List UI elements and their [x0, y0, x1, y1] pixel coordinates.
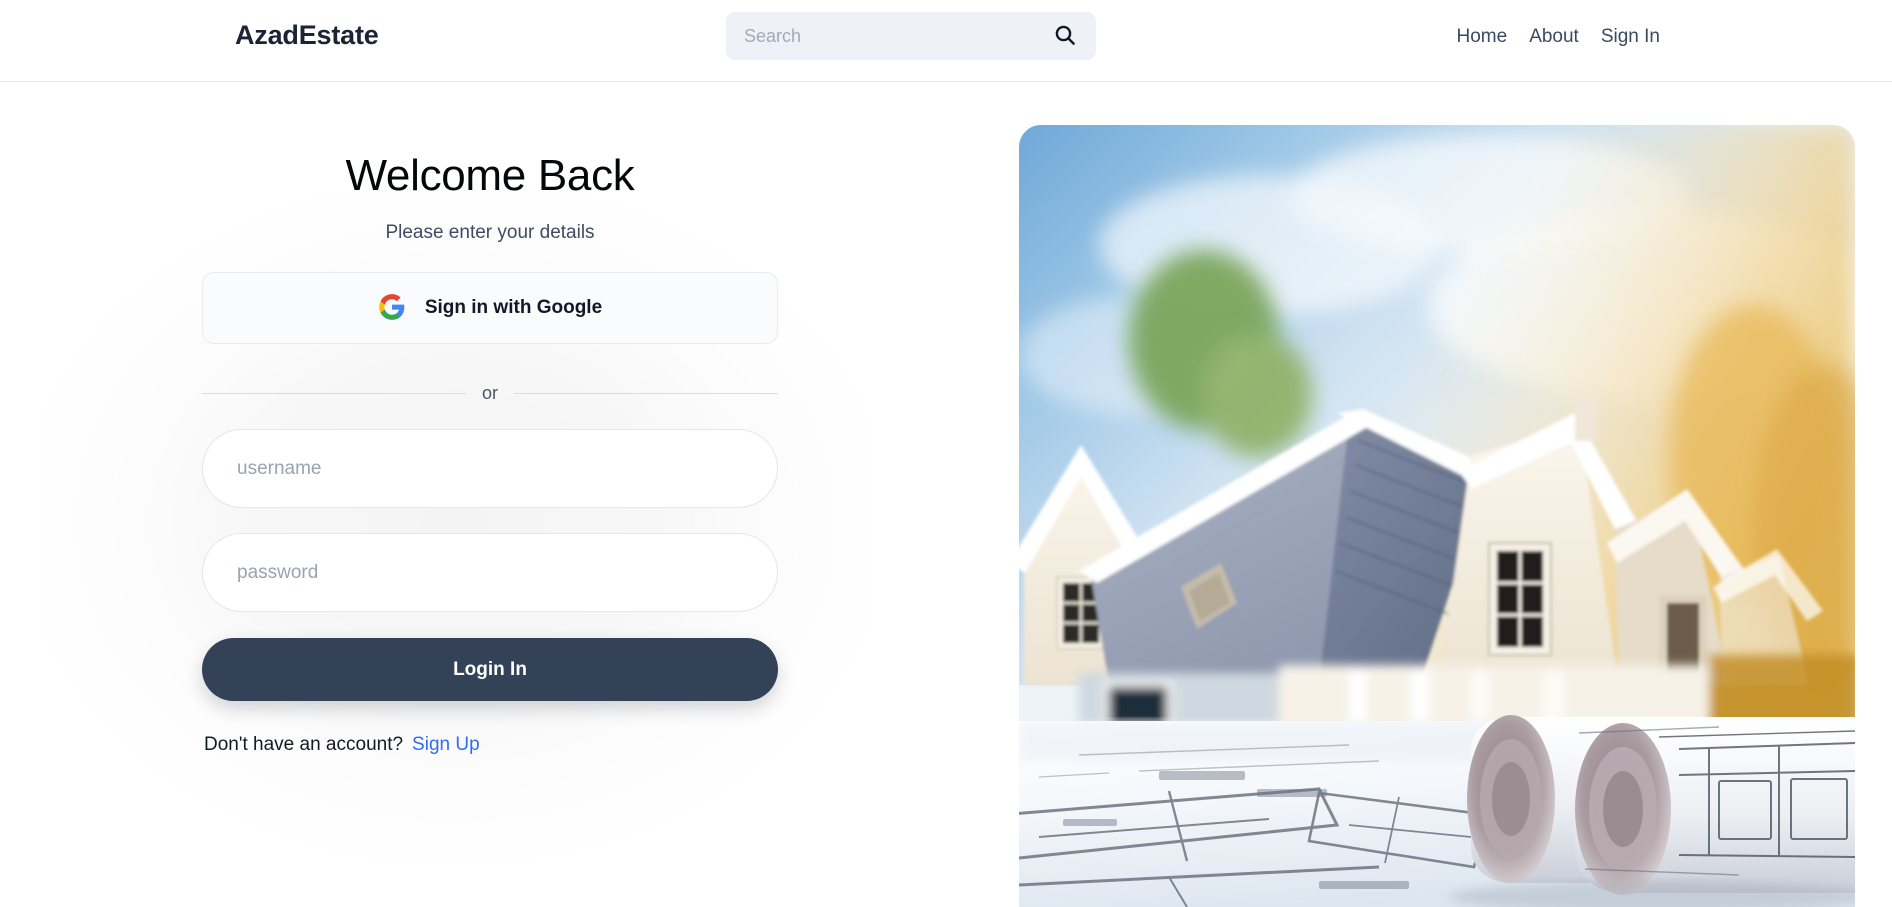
sign-in-with-google-button[interactable]: Sign in with Google: [202, 272, 778, 344]
page-title: Welcome Back: [345, 151, 635, 200]
login-button[interactable]: Login In: [202, 638, 778, 701]
signup-prompt-text: Don't have an account?: [204, 734, 404, 755]
or-divider: or: [202, 383, 779, 404]
google-button-label: Sign in with Google: [424, 297, 603, 318]
nav-link-sign-in[interactable]: Sign In: [1601, 26, 1660, 48]
search-button[interactable]: [1052, 23, 1078, 49]
main-nav: Home About Sign In: [1457, 26, 1661, 48]
hero-illustration: [1019, 125, 1855, 907]
brand-logo[interactable]: AzadEstate: [235, 20, 379, 51]
search-bar[interactable]: [726, 12, 1096, 60]
username-input[interactable]: [202, 429, 778, 508]
site-header: AzadEstate Home About Sign In: [0, 0, 1892, 82]
divider-label: or: [482, 383, 499, 403]
nav-link-about[interactable]: About: [1529, 26, 1579, 48]
search-input[interactable]: [744, 12, 1052, 60]
login-form: Welcome Back Please enter your details S…: [202, 82, 779, 756]
signup-prompt-row: Don't have an account? Sign Up: [202, 734, 778, 756]
page-subtitle: Please enter your details: [385, 222, 595, 243]
hero-image: [1019, 125, 1855, 907]
login-panel: Welcome Back Please enter your details S…: [0, 82, 1020, 907]
google-g-icon: [378, 293, 406, 324]
search-icon: [1053, 23, 1077, 50]
sign-up-link[interactable]: Sign Up: [412, 734, 480, 756]
divider-line-right: [514, 393, 779, 394]
divider-line-left: [202, 393, 466, 394]
nav-link-home[interactable]: Home: [1457, 26, 1508, 48]
password-input[interactable]: [202, 533, 778, 612]
